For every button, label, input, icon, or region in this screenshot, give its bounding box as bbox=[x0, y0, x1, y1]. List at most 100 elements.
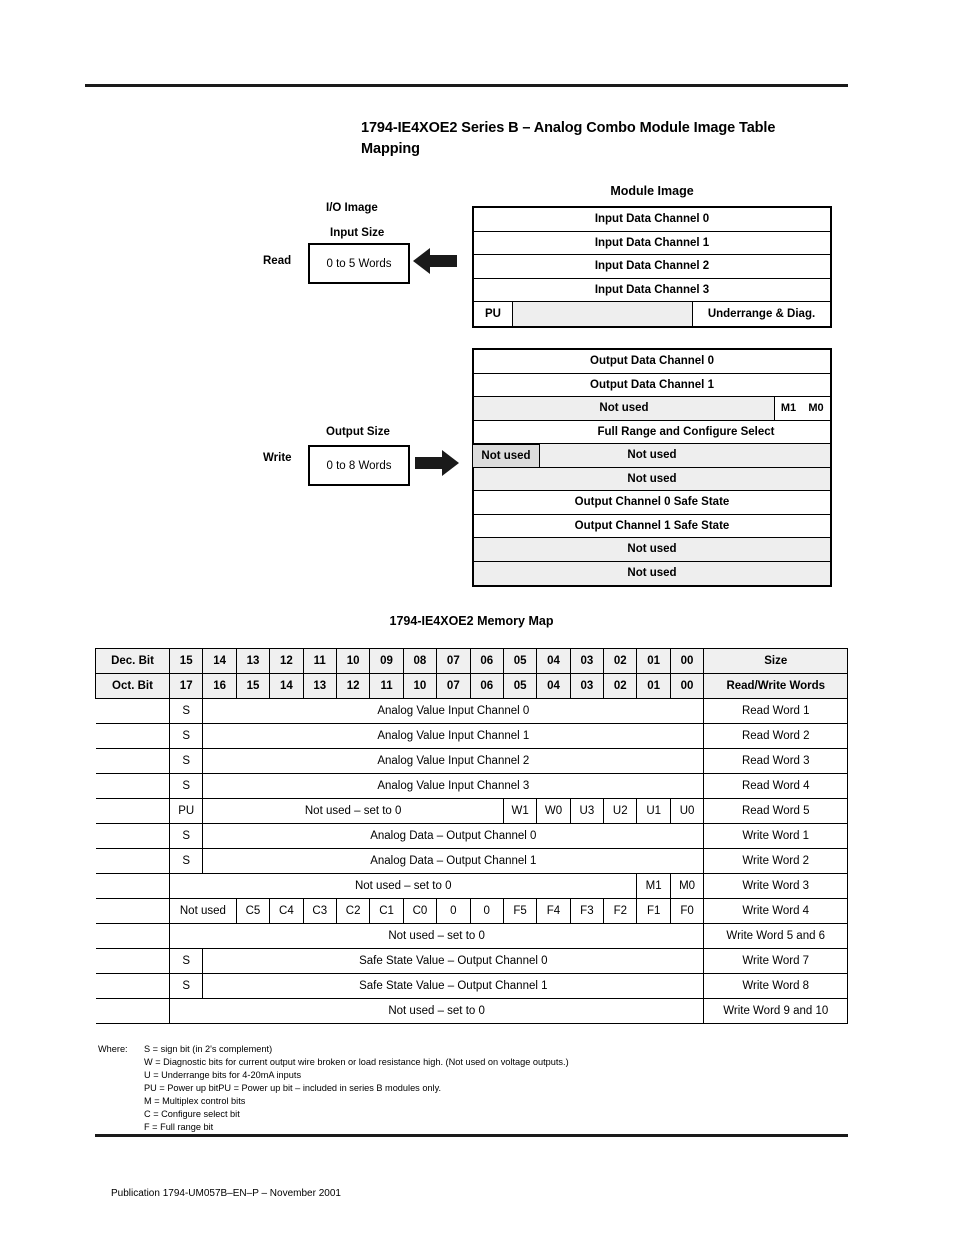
page-footer: Publication 1794-UM057B–EN–P – November … bbox=[111, 1188, 341, 1199]
row-size-cell: Write Word 5 and 6 bbox=[703, 923, 849, 949]
bit-header-cell: 11 bbox=[369, 673, 404, 699]
bit-header-cell: 10 bbox=[335, 648, 371, 674]
size-header-cell: Read/Write Words bbox=[703, 673, 849, 699]
bit-header-cell: 05 bbox=[502, 673, 538, 699]
sign-bit-cell: S bbox=[168, 723, 204, 749]
bit-row-label: Oct. Bit bbox=[95, 673, 170, 699]
module-image-output-row: Not used bbox=[474, 538, 830, 562]
bit-cell: C3 bbox=[302, 898, 337, 924]
table-row: Not used C5 C4 C3 C2 C1 C0 0 0 F5 F4 F3 F2 F1 F0 Write … bbox=[95, 898, 849, 924]
module-image-output-row: Output Data Channel 1 bbox=[474, 374, 830, 397]
row-body-cell: Not used – set to 0 bbox=[168, 998, 705, 1024]
bit-cell: U1 bbox=[636, 798, 671, 824]
legend-where-label: Where: bbox=[98, 1044, 128, 1054]
bit-cell: F0 bbox=[669, 898, 705, 924]
bit-header-cell: 08 bbox=[402, 648, 438, 674]
row-body-cell: Analog Data – Output Channel 1 bbox=[202, 848, 705, 874]
input-data-channel-2-cell: Input Data Channel 2 bbox=[594, 260, 710, 273]
bit-header-cell: 00 bbox=[669, 648, 705, 674]
bit-header-cell: 04 bbox=[536, 648, 571, 674]
output-channel-0-safe-state-cell: Output Channel 0 Safe State bbox=[574, 496, 730, 509]
row-label-cell bbox=[95, 873, 170, 899]
bit-header-cell: 02 bbox=[603, 673, 638, 699]
row-size-cell: Write Word 2 bbox=[703, 848, 849, 874]
row-label-cell bbox=[95, 998, 170, 1024]
read-label: Read bbox=[263, 255, 292, 267]
legend-item: C = Configure select bit bbox=[144, 1109, 240, 1120]
bit-cell: F1 bbox=[636, 898, 671, 924]
bit-cell: U3 bbox=[569, 798, 605, 824]
table-row: S Analog Value Input Channel 3 Read Word 4 bbox=[95, 773, 849, 799]
bit-header-cell: 15 bbox=[168, 648, 204, 674]
legend: Where: S = sign bit (in 2's complement) W… bbox=[98, 1043, 569, 1134]
sign-bit-cell: S bbox=[168, 748, 204, 774]
output-size-box: 0 to 8 Words bbox=[308, 445, 410, 486]
bit-header-cell: 00 bbox=[669, 673, 705, 699]
bit-cell: M1 bbox=[636, 873, 671, 899]
input-pu-cell: PU bbox=[485, 307, 501, 320]
sign-bit-cell: S bbox=[168, 848, 204, 874]
table-row: Not used – set to 0 M1 M0 Write Word 3 bbox=[95, 873, 849, 899]
table-row: Not used – set to 0 Write Word 9 and 10 bbox=[95, 998, 849, 1024]
io-image-label: I/O Image bbox=[326, 202, 378, 214]
full-range-tab-spacer bbox=[474, 421, 542, 444]
bit-header-cell: 03 bbox=[569, 648, 605, 674]
legend-item: F = Full range bit bbox=[144, 1122, 214, 1133]
row-size-cell: Read Word 2 bbox=[703, 723, 849, 749]
sign-bit-cell: S bbox=[168, 823, 204, 849]
row-size-cell: Write Word 1 bbox=[703, 823, 849, 849]
table-row: S Analog Value Input Channel 2 Read Word 3 bbox=[95, 748, 849, 774]
row-label-cell bbox=[95, 823, 170, 849]
write-label: Write bbox=[263, 452, 292, 464]
legend-item: U = Underrange bits for 4-20mA inputs bbox=[144, 1070, 302, 1081]
row-body-cell: Not used – set to 0 bbox=[202, 798, 504, 824]
underrange-diag-cell: Underrange & Diag. bbox=[692, 302, 830, 326]
legend-item: PU = Power up bitPU = Power up bit – inc… bbox=[144, 1083, 442, 1094]
page-bottom-rule bbox=[95, 1134, 848, 1137]
bit-header-cell: 03 bbox=[569, 673, 605, 699]
bit-header-cell: 17 bbox=[168, 673, 204, 699]
bit-header-cell: 06 bbox=[469, 673, 504, 699]
table-row: S Analog Value Input Channel 1 Read Word 2 bbox=[95, 723, 849, 749]
row-label-cell bbox=[95, 798, 170, 824]
bit-row-label: Dec. Bit bbox=[95, 648, 170, 674]
bit-header-cell: 13 bbox=[235, 648, 271, 674]
bit-cell: F5 bbox=[502, 898, 538, 924]
module-image-output-row: Not used M1 M0 bbox=[474, 397, 830, 421]
row-label-cell bbox=[95, 973, 170, 999]
sign-bit-cell: S bbox=[168, 948, 204, 974]
output-data-channel-1-cell: Output Data Channel 1 bbox=[590, 378, 714, 391]
bit-header-cell: 14 bbox=[202, 648, 237, 674]
module-image-input-row: Input Data Channel 1 bbox=[474, 232, 830, 255]
bit-cell: F3 bbox=[569, 898, 605, 924]
sign-bit-cell: S bbox=[168, 773, 204, 799]
bit-header-cell: 14 bbox=[269, 673, 304, 699]
output-not-used-cell: Not used bbox=[474, 561, 830, 585]
row-body-cell: Safe State Value – Output Channel 0 bbox=[202, 948, 705, 974]
legend-list: S = sign bit (in 2's complement) W = Diag… bbox=[98, 1043, 569, 1134]
input-size-label: Input Size bbox=[330, 227, 385, 239]
module-image-input-pu-row: PU Underrange & Diag. bbox=[474, 302, 830, 326]
row-label-cell bbox=[95, 923, 170, 949]
page-top-rule bbox=[85, 84, 848, 87]
module-image-input-table: Input Data Channel 0 Input Data Channel … bbox=[472, 206, 832, 328]
module-image-input-row: Input Data Channel 0 bbox=[474, 208, 830, 232]
bit-cell: C5 bbox=[235, 898, 271, 924]
input-data-channel-0-cell: Input Data Channel 0 bbox=[594, 213, 710, 226]
module-image-output-row: Output Channel 0 Safe State bbox=[474, 491, 830, 515]
row-size-cell: Read Word 1 bbox=[703, 698, 849, 724]
bit-header-cell: 06 bbox=[469, 648, 504, 674]
output-not-used-cell: Not used bbox=[474, 467, 830, 490]
sign-bit-cell: S bbox=[168, 973, 204, 999]
bit-cell: 0 bbox=[469, 898, 504, 924]
output-channel-1-safe-state-cell: Output Channel 1 Safe State bbox=[574, 519, 730, 532]
bit-header-cell: 05 bbox=[502, 648, 538, 674]
table-row: S Analog Data – Output Channel 1 Write Wor… bbox=[95, 848, 849, 874]
m1-cell: M1 bbox=[774, 397, 802, 420]
row-body-cell: Not used – set to 0 bbox=[168, 923, 705, 949]
full-range-configure-select-cell: Full Range and Configure Select bbox=[597, 425, 775, 438]
memory-map-header-oct: Oct. Bit 17 16 15 14 13 12 11 10 07 06 05 04 03 02 01 00… bbox=[95, 673, 849, 699]
memory-map-title: 1794-IE4XOE2 Memory Map bbox=[389, 614, 554, 628]
bit-header-cell: 04 bbox=[536, 673, 571, 699]
bit-header-cell: 07 bbox=[436, 648, 471, 674]
